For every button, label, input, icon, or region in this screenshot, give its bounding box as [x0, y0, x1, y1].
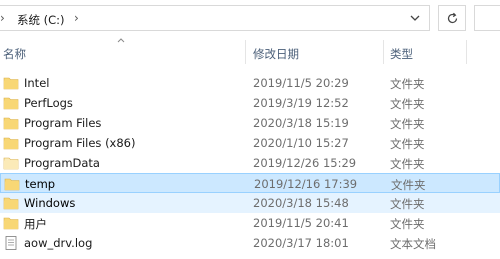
- column-divider[interactable]: [466, 40, 467, 64]
- item-modified-date: 2019/11/5 20:29: [253, 76, 349, 90]
- sort-ascending-icon: [117, 38, 125, 43]
- item-modified-date: 2019/11/5 20:41: [253, 216, 349, 230]
- list-item[interactable]: Program Files 2020/3/18 15:19 文件夹: [0, 113, 500, 133]
- item-type: 文件夹: [390, 157, 425, 171]
- refresh-icon: [447, 12, 458, 24]
- item-type: 文件夹: [390, 197, 425, 211]
- folder-icon: [3, 216, 19, 230]
- item-name: Intel: [24, 76, 50, 90]
- item-modified-date: 2019/12/26 15:29: [253, 156, 357, 170]
- item-type: 文件夹: [390, 137, 425, 151]
- breadcrumb-drive[interactable]: 系统 (C:): [17, 12, 65, 28]
- item-modified-date: 2020/3/17 18:01: [253, 236, 349, 250]
- column-divider[interactable]: [383, 40, 384, 64]
- column-date[interactable]: 修改日期: [253, 46, 299, 62]
- item-name: aow_drv.log: [24, 236, 93, 250]
- column-type[interactable]: 类型: [390, 46, 413, 62]
- list-item[interactable]: 用户 2019/11/5 20:41 文件夹: [0, 213, 500, 233]
- item-name: ProgramData: [24, 156, 100, 170]
- item-name: PerfLogs: [24, 96, 73, 110]
- item-modified-date: 2019/12/16 17:39: [254, 177, 358, 191]
- item-modified-date: 2020/1/10 15:27: [253, 136, 349, 150]
- chevron-down-icon[interactable]: [409, 12, 421, 24]
- item-modified-date: 2019/3/19 12:52: [253, 96, 349, 110]
- folder-icon: [3, 76, 19, 90]
- item-name: 用户: [24, 217, 47, 231]
- item-type: 文件夹: [390, 77, 425, 91]
- folder-icon: [3, 196, 19, 210]
- list-item[interactable]: Windows 2020/3/18 15:48 文件夹: [0, 193, 500, 213]
- address-bar[interactable]: › 系统 (C:) ›: [0, 5, 430, 31]
- item-type: 文本文档: [390, 237, 436, 251]
- search-box[interactable]: [474, 5, 500, 31]
- column-name[interactable]: 名称: [3, 46, 26, 62]
- item-modified-date: 2020/3/18 15:19: [253, 116, 349, 130]
- list-item[interactable]: Program Files (x86) 2020/1/10 15:27 文件夹: [0, 133, 500, 153]
- item-type: 文件夹: [391, 178, 426, 192]
- item-name: Program Files: [24, 116, 102, 130]
- breadcrumb-chevron-icon[interactable]: ›: [0, 11, 5, 25]
- folder-icon: [3, 136, 19, 150]
- item-type: 文件夹: [390, 97, 425, 111]
- item-modified-date: 2020/3/18 15:48: [253, 196, 349, 210]
- folder-icon: [4, 177, 20, 191]
- folder-icon: [3, 116, 19, 130]
- breadcrumb-chevron-icon[interactable]: ›: [74, 11, 79, 25]
- item-name: Program Files (x86): [24, 136, 136, 150]
- address-toolbar: › 系统 (C:) ›: [0, 0, 500, 38]
- list-item[interactable]: temp 2019/12/16 17:39 文件夹: [0, 173, 500, 193]
- list-item[interactable]: Intel 2019/11/5 20:29 文件夹: [0, 73, 500, 93]
- column-header: 名称 修改日期 类型: [0, 38, 500, 66]
- column-divider[interactable]: [245, 40, 246, 64]
- item-type: 文件夹: [390, 217, 425, 231]
- text-file-icon: [3, 236, 19, 250]
- folder-icon: [3, 156, 19, 170]
- item-name: temp: [25, 177, 56, 191]
- item-name: Windows: [24, 196, 76, 210]
- list-item[interactable]: aow_drv.log 2020/3/17 18:01 文本文档: [0, 233, 500, 253]
- folder-icon: [3, 96, 19, 110]
- item-type: 文件夹: [390, 117, 425, 131]
- list-item[interactable]: PerfLogs 2019/3/19 12:52 文件夹: [0, 93, 500, 113]
- list-item[interactable]: ProgramData 2019/12/26 15:29 文件夹: [0, 153, 500, 173]
- refresh-button[interactable]: [438, 5, 466, 31]
